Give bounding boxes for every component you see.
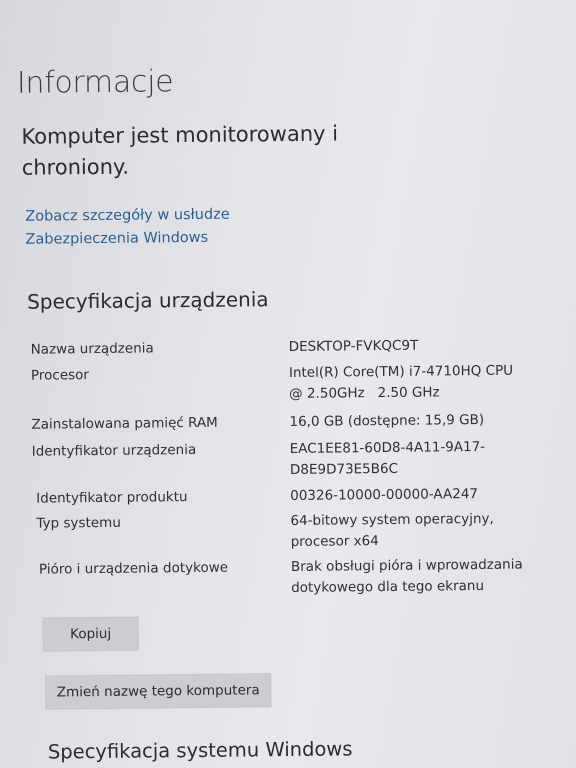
spec-value: 16,0 GB (dostępne: 15,9 GB) <box>289 411 485 430</box>
spec-row-device-id: Identyfikator urządzenia EAC1EE81-60D8-4… <box>32 436 552 488</box>
security-status-text: Komputer jest monitorowany i chroniony. <box>21 121 339 180</box>
page-title: Informacje <box>16 64 174 101</box>
spec-label: Zainstalowana pamięć RAM <box>31 414 218 433</box>
copy-button[interactable]: Kopiuj <box>42 616 139 652</box>
device-specs-table: Nazwa urządzenia DESKTOP-FVKQC9T Proceso… <box>31 334 554 605</box>
rename-pc-button[interactable]: Zmień nazwę tego komputera <box>45 673 272 710</box>
device-specs-heading: Specyfikacja urządzenia <box>27 287 269 314</box>
settings-about-page: Informacje Komputer jest monitorowany i … <box>0 0 576 768</box>
spec-value: EAC1EE81-60D8-4A11-9A17-D8E9D73E5B6C <box>289 438 486 478</box>
spec-row-system-type: Typ systemu 64-bitowy system operacyjny,… <box>32 508 552 559</box>
windows-specs-heading: Specyfikacja systemu Windows <box>47 737 353 764</box>
spec-label: Identyfikator urządzenia <box>31 441 197 460</box>
spec-value: 00326-10000-00000-AA247 <box>290 486 479 504</box>
spec-label: Nazwa urządzenia <box>30 340 154 358</box>
spec-row-processor: Procesor Intel(R) Core(TM) i7-4710HQ CPU… <box>31 360 551 414</box>
spec-label: Pióro i urządzenia dotykowe <box>38 559 229 578</box>
spec-label: Typ systemu <box>36 514 121 532</box>
security-details-link[interactable]: Zobacz szczegóły w usłudze Zabezpieczeni… <box>25 202 345 251</box>
spec-value: 64-bitowy system operacyjny, procesor x6… <box>290 510 494 550</box>
spec-value: Intel(R) Core(TM) i7-4710HQ CPU @ 2.50GH… <box>288 362 518 402</box>
spec-value: Brak obsługi pióra i wprowadzania dotyko… <box>290 556 523 596</box>
spec-row-pen-touch: Pióro i urządzenia dotykowe Brak obsługi… <box>33 554 553 605</box>
spec-value: DESKTOP-FVKQC9T <box>288 337 419 355</box>
spec-label: Procesor <box>30 367 90 384</box>
spec-label: Identyfikator produktu <box>36 489 188 507</box>
